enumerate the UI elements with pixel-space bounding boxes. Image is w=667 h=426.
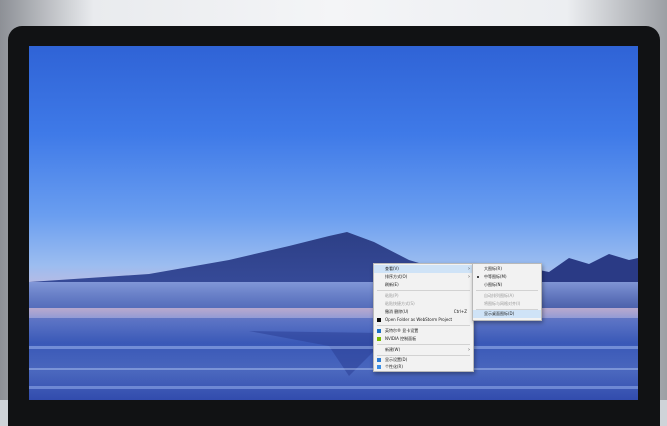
nvidia-icon	[377, 337, 381, 341]
menu-item-personalize[interactable]: 个性化(R)	[374, 363, 473, 371]
intel-graphics-icon	[377, 329, 381, 333]
menu-item-refresh[interactable]: 刷新(E)	[374, 281, 473, 289]
menu-item-label: 查看(V)	[385, 266, 399, 271]
submenu-item-label: 自动排列图标(A)	[484, 293, 514, 298]
menu-item-label: 刷新(E)	[385, 282, 399, 287]
submenu-item-large-icons[interactable]: 大图标(R)	[473, 265, 541, 273]
menu-item-intel-graphics[interactable]: 英特尔® 显卡设置	[374, 327, 473, 335]
menu-item-label: 粘贴快捷方式(S)	[385, 301, 415, 306]
menu-item-label: 排序方式(O)	[385, 274, 408, 279]
menu-item-open-webstorm[interactable]: Open Folder as WebStorm Project	[374, 316, 473, 324]
submenu-item-label: 大图标(R)	[484, 266, 502, 271]
desktop-screen[interactable]: 查看(V) › 排序方式(O) › 刷新(E) 粘贴(P) 粘贴快捷方式(S) …	[29, 46, 638, 400]
menu-item-label: NVIDIA 控制面板	[385, 336, 417, 341]
radio-selected-icon	[477, 276, 479, 278]
submenu-item-show-desktop-icons[interactable]: 显示桌面图标(D)	[473, 310, 541, 318]
menu-item-nvidia-control-panel[interactable]: NVIDIA 控制面板	[374, 335, 473, 343]
menu-item-label: 显示设置(D)	[385, 357, 408, 362]
submenu-item-align-to-grid[interactable]: 将图标与网格对齐(I)	[473, 300, 541, 308]
submenu-arrow-icon: ›	[468, 266, 470, 272]
submenu-item-label: 小图标(N)	[484, 282, 503, 287]
menu-item-view[interactable]: 查看(V) ›	[374, 265, 473, 273]
menu-item-label: 粘贴(P)	[385, 293, 399, 298]
menu-item-label: Open Folder as WebStorm Project	[385, 317, 453, 322]
menu-item-new[interactable]: 新建(W) ›	[374, 346, 473, 354]
menu-item-paste-shortcut[interactable]: 粘贴快捷方式(S)	[374, 300, 473, 308]
personalize-icon	[377, 365, 381, 369]
submenu-arrow-icon: ›	[468, 347, 470, 353]
wallpaper-landscape	[29, 232, 638, 400]
submenu-item-label: 中等图标(M)	[484, 274, 507, 279]
menu-item-shortcut: Ctrl+Z	[453, 309, 467, 314]
webstorm-icon	[377, 318, 381, 322]
menu-item-label: 撤消 删除(U)	[385, 309, 409, 314]
submenu-item-medium-icons[interactable]: 中等图标(M)	[473, 273, 541, 281]
menu-item-sort-by[interactable]: 排序方式(O) ›	[374, 273, 473, 281]
submenu-arrow-icon: ›	[468, 274, 470, 280]
menu-separator	[476, 290, 538, 291]
submenu-item-small-icons[interactable]: 小图标(N)	[473, 281, 541, 289]
menu-item-paste[interactable]: 粘贴(P)	[374, 292, 473, 300]
view-submenu: 大图标(R) 中等图标(M) 小图标(N) 自动排列图标(A) 将图标与网格对齐…	[472, 263, 542, 321]
submenu-item-label: 显示桌面图标(D)	[484, 311, 515, 316]
submenu-item-label: 将图标与网格对齐(I)	[484, 301, 521, 306]
submenu-item-auto-arrange[interactable]: 自动排列图标(A)	[473, 292, 541, 300]
menu-separator	[377, 325, 470, 326]
menu-item-label: 新建(W)	[385, 347, 401, 352]
display-settings-icon	[377, 358, 381, 362]
menu-item-undo-delete[interactable]: 撤消 删除(U) Ctrl+Z	[374, 308, 473, 316]
desktop-context-menu: 查看(V) › 排序方式(O) › 刷新(E) 粘贴(P) 粘贴快捷方式(S) …	[373, 263, 474, 372]
menu-item-label: 英特尔® 显卡设置	[385, 328, 419, 333]
menu-item-label: 个性化(R)	[385, 364, 403, 369]
menu-separator	[377, 290, 470, 291]
menu-separator	[377, 344, 470, 345]
